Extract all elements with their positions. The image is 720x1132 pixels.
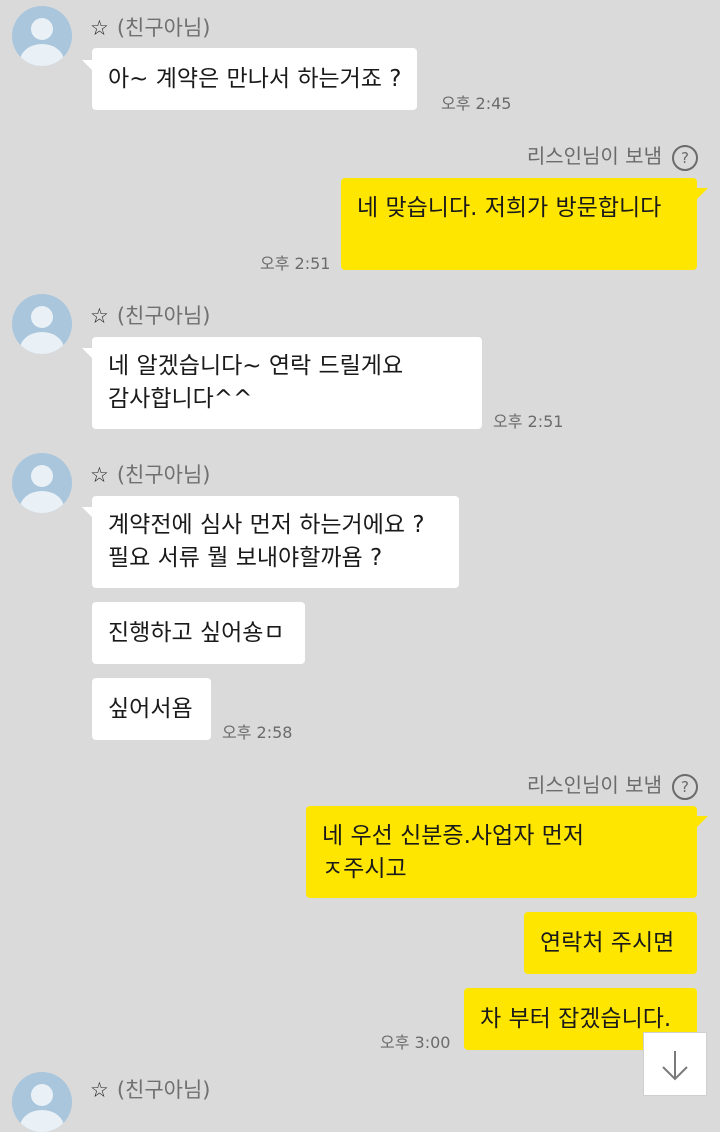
message-bubble[interactable]: 계약전에 심사 먼저 하는거에요 ? 필요 서류 뭘 보내야할까욤 ?: [92, 496, 459, 588]
message-bubble[interactable]: 네 알겠습니다~ 연락 드릴게요 감사합니다^^: [92, 337, 482, 429]
sent-by-label: 리스인님이 보냄?: [527, 140, 698, 171]
message-bubble[interactable]: 아~ 계약은 만나서 하는거죠 ?: [92, 48, 418, 110]
message-time: 오후 2:51: [260, 254, 331, 273]
question-circle-icon[interactable]: ?: [672, 773, 698, 800]
friend-avatar[interactable]: [12, 6, 72, 66]
my-message-bubble[interactable]: 네 맞습니다. 저희가 방문합니다: [341, 178, 697, 270]
star-outline-icon[interactable]: ☆: [90, 304, 109, 328]
arrow-down-icon: [662, 1051, 688, 1081]
sent-by-label: 리스인님이 보냄?: [527, 769, 698, 800]
star-outline-icon[interactable]: ☆: [90, 463, 109, 487]
sender-name: ☆ (친구아님): [90, 304, 211, 328]
question-circle-icon[interactable]: ?: [672, 144, 698, 171]
star-outline-icon[interactable]: ☆: [90, 16, 109, 40]
my-message-bubble[interactable]: 네 우선 신분증.사업자 먼저 ㅈ주시고: [306, 806, 697, 898]
sender-name: ☆ (친구아님): [90, 16, 211, 40]
message-bubble[interactable]: 진행하고 싶어숑ㅁ: [92, 602, 305, 664]
my-message-bubble[interactable]: 연락처 주시면: [524, 912, 697, 974]
message-time: 오후 2:45: [441, 94, 512, 113]
sender-name: ☆ (친구아님): [90, 463, 211, 487]
message-time: 오후 3:00: [380, 1033, 451, 1052]
message-bubble[interactable]: 싶어서욤: [92, 678, 211, 740]
message-time: 오후 2:51: [493, 412, 564, 431]
friend-avatar[interactable]: [12, 1072, 72, 1132]
scroll-to-bottom-button[interactable]: [643, 1032, 707, 1096]
friend-avatar[interactable]: [12, 453, 72, 513]
sender-name: ☆ (친구아님): [90, 1078, 211, 1102]
star-outline-icon[interactable]: ☆: [90, 1078, 109, 1102]
friend-avatar[interactable]: [12, 294, 72, 354]
message-time: 오후 2:58: [222, 723, 293, 742]
